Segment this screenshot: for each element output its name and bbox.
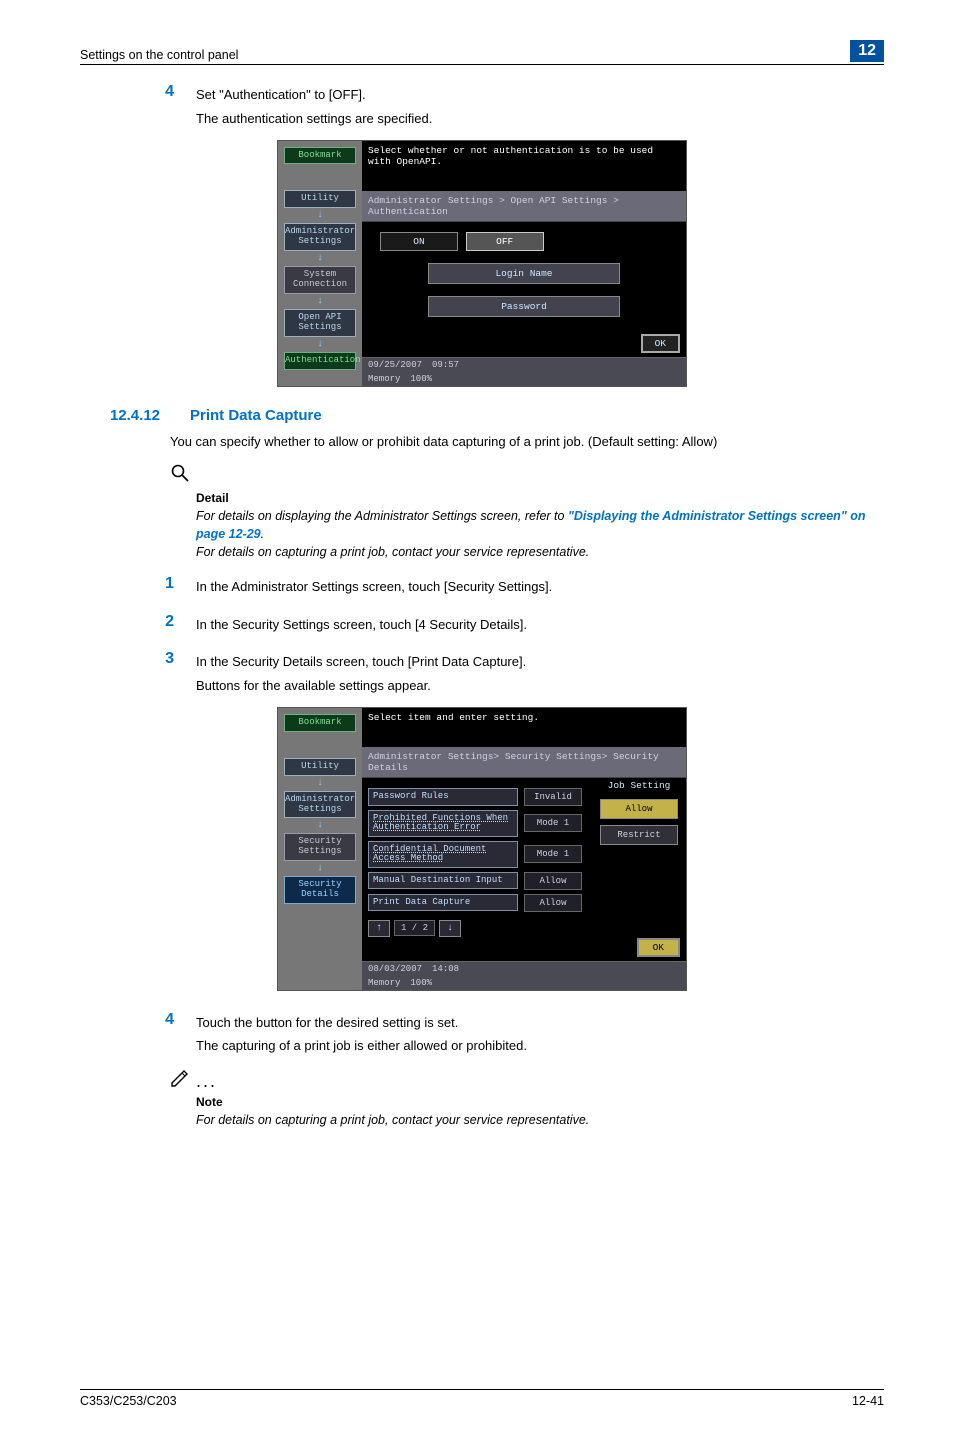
sidebar-admin-settings[interactable]: Administrator Settings — [284, 791, 356, 819]
row-value: Mode 1 — [524, 814, 582, 832]
section-title: Print Data Capture — [190, 407, 322, 424]
note-block: ... Note For details on capturing a prin… — [170, 1067, 884, 1129]
page-footer: C353/C253/C203 12-41 — [80, 1389, 884, 1408]
step-text: Touch the button for the desired setting… — [196, 1011, 884, 1033]
on-button[interactable]: ON — [380, 232, 458, 251]
sidebar-utility[interactable]: Utility — [284, 190, 356, 208]
page-up-button[interactable]: ↑ — [368, 920, 390, 937]
sidebar-security-details[interactable]: Security Details — [284, 876, 356, 904]
sidebar-admin-settings[interactable]: Administrator Settings — [284, 223, 356, 251]
row-prohibited-functions[interactable]: Prohibited Functions When Authentication… — [368, 810, 518, 837]
step-number: 2 — [160, 613, 174, 631]
step-text: In the Security Details screen, touch [P… — [196, 650, 884, 672]
sidebar-system-connection[interactable]: System Connection — [284, 266, 356, 294]
row-value: Invalid — [524, 788, 582, 806]
step-number: 3 — [160, 650, 174, 668]
detail-label: Detail — [196, 491, 884, 505]
bookmark-button[interactable]: Bookmark — [284, 147, 356, 165]
status-date: 08/03/2007 — [368, 964, 422, 974]
step-text: In the Security Settings screen, touch [… — [196, 613, 884, 635]
arrow-down-icon: ↓ — [317, 253, 323, 264]
login-name-field[interactable]: Login Name — [428, 263, 620, 284]
ok-button[interactable]: OK — [637, 938, 680, 957]
screenshot-security-details: Bookmark Utility ↓ Administrator Setting… — [277, 707, 687, 991]
section-number: 12.4.12 — [80, 407, 160, 424]
breadcrumb: Administrator Settings> Security Setting… — [362, 747, 686, 778]
row-value: Mode 1 — [524, 845, 582, 863]
ok-button[interactable]: OK — [641, 334, 680, 353]
note-text: For details on capturing a print job, co… — [196, 1111, 884, 1129]
step-note: Buttons for the available settings appea… — [196, 678, 884, 693]
row-value: Allow — [524, 872, 582, 890]
detail-text: For details on displaying the Administra… — [196, 507, 884, 561]
step-number: 1 — [160, 575, 174, 593]
note-label: Note — [196, 1095, 884, 1109]
sidebar-utility[interactable]: Utility — [284, 758, 356, 776]
row-manual-destination[interactable]: Manual Destination Input — [368, 872, 518, 889]
page-indicator: 1 / 2 — [394, 920, 435, 936]
step-number: 4 — [160, 83, 174, 101]
step-number: 4 — [160, 1011, 174, 1029]
magnifier-icon — [170, 463, 884, 489]
step-text: In the Administrator Settings screen, to… — [196, 575, 884, 597]
sidebar-authentication[interactable]: Authentication — [284, 352, 356, 370]
step-note: The authentication settings are specifie… — [196, 111, 884, 126]
footer-model: C353/C253/C203 — [80, 1394, 177, 1408]
restrict-button[interactable]: Restrict — [600, 825, 678, 845]
status-mem-label: Memory — [368, 374, 400, 384]
bookmark-button[interactable]: Bookmark — [284, 714, 356, 732]
job-setting-label: Job Setting — [600, 780, 678, 791]
status-mem-value: 100% — [410, 374, 432, 384]
pencil-icon: ... — [170, 1067, 884, 1093]
arrow-down-icon: ↓ — [317, 863, 323, 874]
status-bar: 09/25/2007 09:57 — [362, 357, 686, 372]
page-down-button[interactable]: ↓ — [439, 920, 461, 937]
row-value: Allow — [524, 894, 582, 912]
footer-page: 12-41 — [852, 1394, 884, 1408]
arrow-down-icon: ↓ — [317, 778, 323, 789]
password-field[interactable]: Password — [428, 296, 620, 317]
detail-block: Detail For details on displaying the Adm… — [170, 463, 884, 561]
status-bar-mem: Memory 100% — [362, 372, 686, 386]
step-note: The capturing of a print job is either a… — [196, 1038, 884, 1053]
panel-prompt: Select whether or not authentication is … — [362, 141, 686, 171]
arrow-down-icon: ↓ — [317, 296, 323, 307]
row-confidential-doc[interactable]: Confidential Document Access Method — [368, 841, 518, 868]
status-mem-label: Memory — [368, 978, 400, 988]
ellipsis-icon: ... — [196, 1071, 217, 1091]
panel-prompt: Select item and enter setting. — [362, 708, 686, 727]
sidebar-openapi-settings[interactable]: Open API Settings — [284, 309, 356, 337]
arrow-down-icon: ↓ — [317, 210, 323, 221]
allow-button[interactable]: Allow — [600, 799, 678, 819]
page-header: Settings on the control panel 12 — [80, 40, 884, 65]
status-time: 14:08 — [432, 964, 459, 974]
status-bar: 08/03/2007 14:08 — [362, 961, 686, 976]
step-text: Set "Authentication" to [OFF]. — [196, 83, 884, 105]
section-intro: You can specify whether to allow or proh… — [170, 432, 884, 452]
status-time: 09:57 — [432, 360, 459, 370]
arrow-down-icon: ↓ — [317, 339, 323, 350]
chapter-number: 12 — [850, 40, 884, 62]
breadcrumb: Administrator Settings > Open API Settin… — [362, 191, 686, 222]
header-title: Settings on the control panel — [80, 48, 238, 62]
row-print-data-capture[interactable]: Print Data Capture — [368, 894, 518, 911]
status-date: 09/25/2007 — [368, 360, 422, 370]
row-password-rules[interactable]: Password Rules — [368, 788, 518, 805]
arrow-down-icon: ↓ — [317, 820, 323, 831]
status-bar-mem: Memory 100% — [362, 976, 686, 990]
sidebar-security-settings[interactable]: Security Settings — [284, 833, 356, 861]
status-mem-value: 100% — [410, 978, 432, 988]
off-button[interactable]: OFF — [466, 232, 544, 251]
screenshot-authentication: Bookmark Utility ↓ Administrator Setting… — [277, 140, 687, 387]
